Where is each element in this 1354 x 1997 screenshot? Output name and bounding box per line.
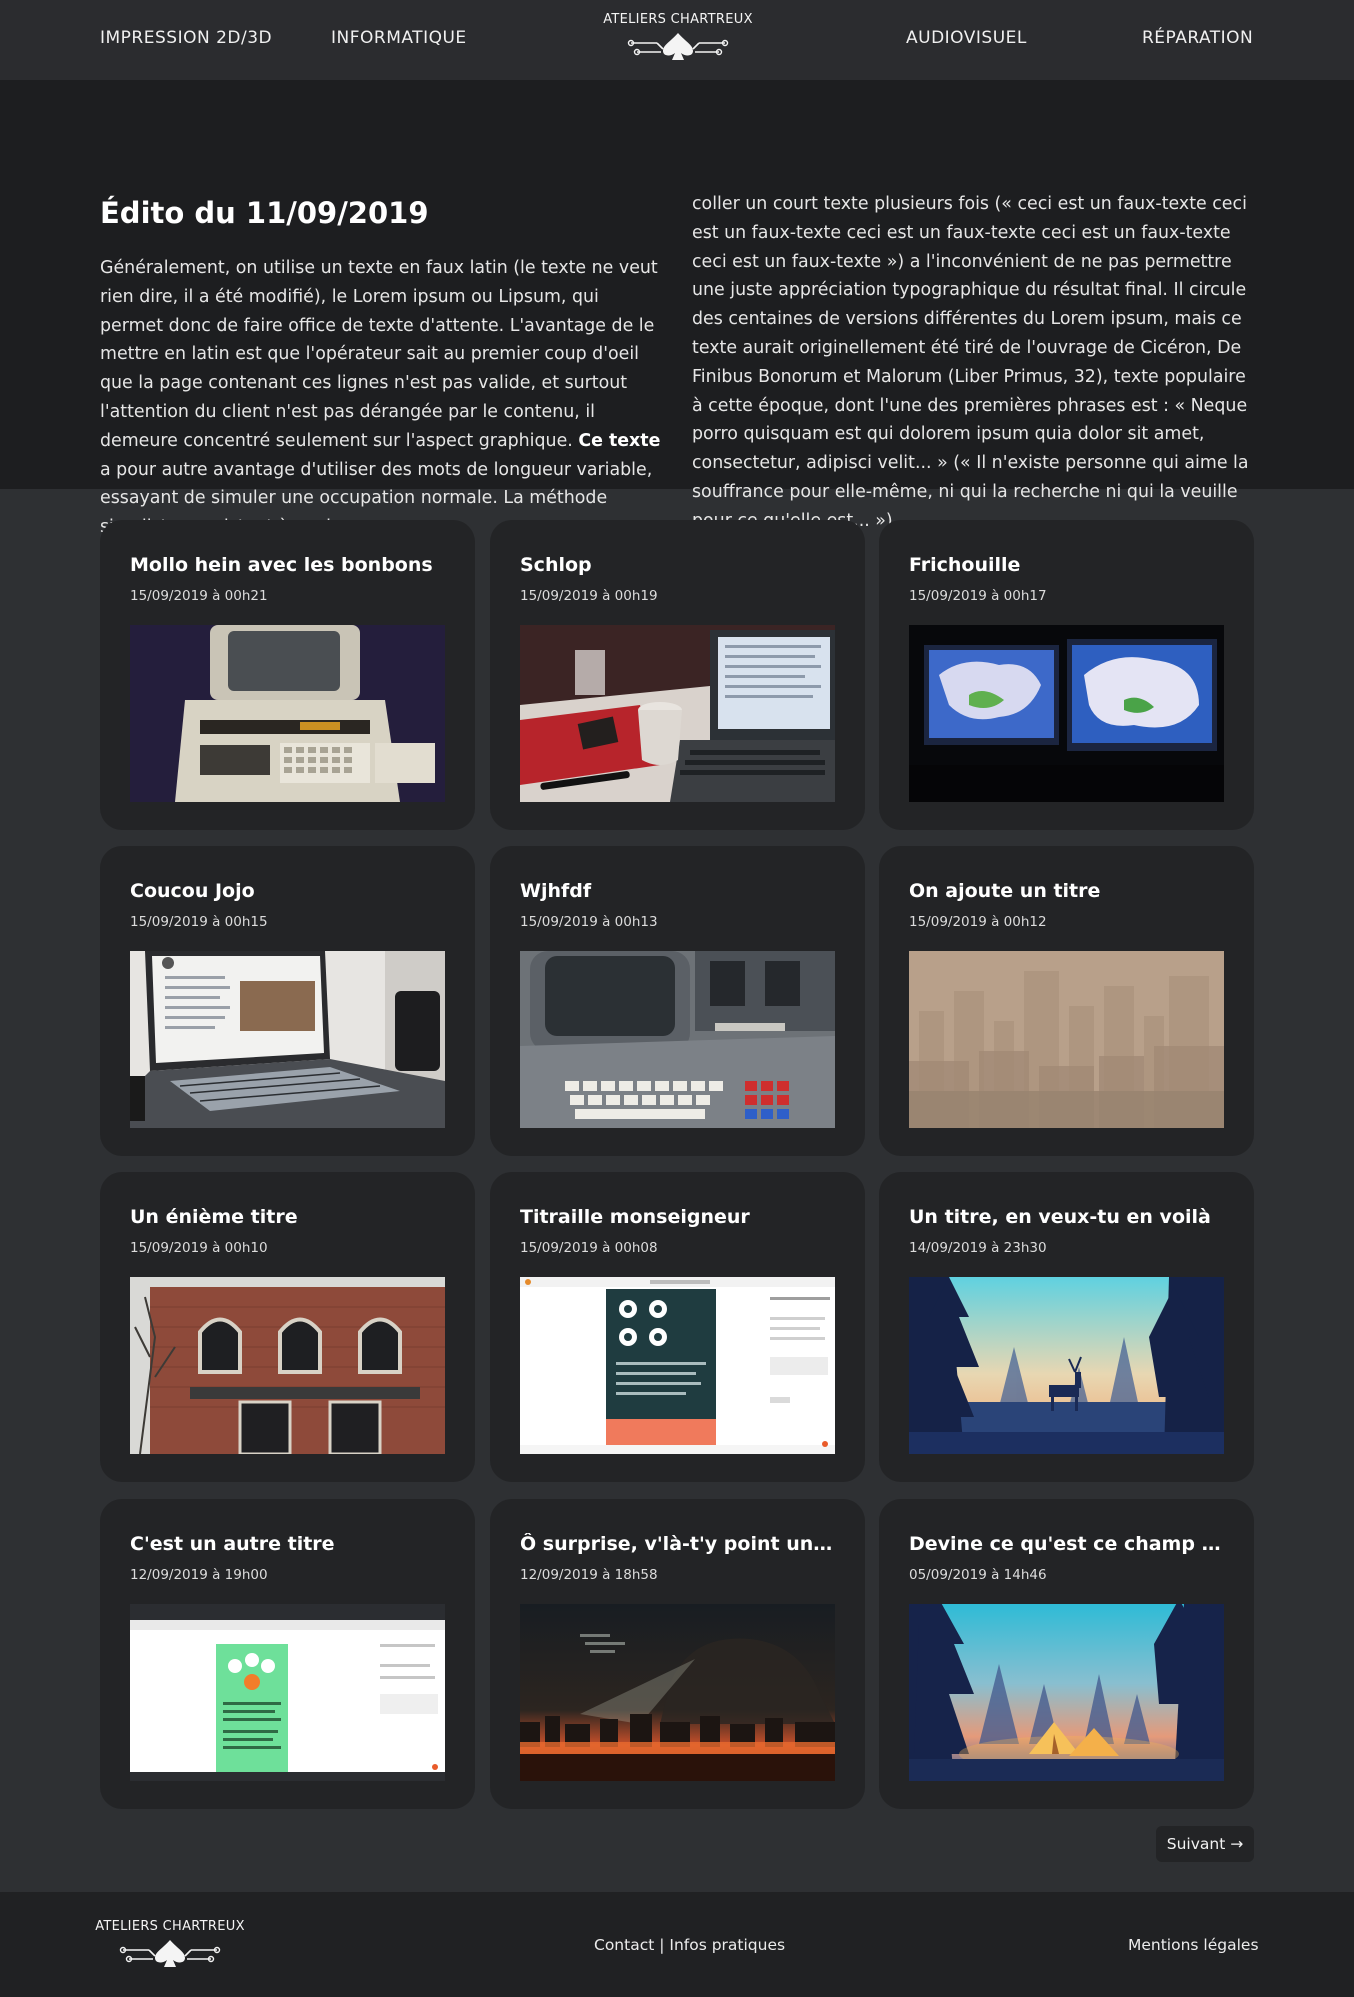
post-date: 15/09/2019 à 00h08 xyxy=(520,1240,658,1256)
post-card[interactable]: C'est un autre titre 12/09/2019 à 19h00 xyxy=(100,1499,475,1809)
post-card[interactable]: Schlop 15/09/2019 à 00h19 xyxy=(490,520,865,830)
post-date: 12/09/2019 à 18h58 xyxy=(520,1567,658,1583)
contact-info-link[interactable]: Contact | Infos pratiques xyxy=(594,1936,785,1954)
post-thumbnail[interactable] xyxy=(130,951,445,1128)
post-title[interactable]: Devine ce qu'est ce champ (spoiler) xyxy=(909,1533,1227,1555)
post-date: 15/09/2019 à 00h17 xyxy=(909,588,1047,604)
post-date: 15/09/2019 à 00h15 xyxy=(130,914,268,930)
post-title[interactable]: Wjhfdf xyxy=(520,880,838,902)
post-thumbnail[interactable] xyxy=(909,1604,1224,1781)
post-card[interactable]: Un énième titre 15/09/2019 à 00h10 xyxy=(100,1172,475,1482)
post-date: 14/09/2019 à 23h30 xyxy=(909,1240,1047,1256)
post-thumbnail[interactable] xyxy=(520,1277,835,1454)
post-card[interactable]: Devine ce qu'est ce champ (spoiler) 05/0… xyxy=(879,1499,1254,1809)
nav-informatique[interactable]: INFORMATIQUE xyxy=(331,28,467,48)
next-page-button[interactable]: Suivant → xyxy=(1156,1826,1254,1862)
site-logo[interactable]: ATELIERS CHARTREUX xyxy=(598,12,758,62)
edito-text-part: Généralement, on utilise un texte en fau… xyxy=(100,258,658,451)
logo-text: ATELIERS CHARTREUX xyxy=(603,12,753,27)
post-thumbnail[interactable] xyxy=(909,1277,1224,1454)
post-date: 12/09/2019 à 19h00 xyxy=(130,1567,268,1583)
edito-section: Édito du 11/09/2019 Généralement, on uti… xyxy=(0,80,1354,537)
spade-circuit-icon xyxy=(119,1940,221,1967)
post-title[interactable]: Frichouille xyxy=(909,554,1227,576)
post-card[interactable]: Wjhfdf 15/09/2019 à 00h13 xyxy=(490,846,865,1156)
nav-impression[interactable]: IMPRESSION 2D/3D xyxy=(100,28,272,48)
post-card[interactable]: Titraille monseigneur 15/09/2019 à 00h08 xyxy=(490,1172,865,1482)
post-date: 15/09/2019 à 00h21 xyxy=(130,588,268,604)
post-card[interactable]: Un titre, en veux-tu en voilà 14/09/2019… xyxy=(879,1172,1254,1482)
post-date: 15/09/2019 à 00h13 xyxy=(520,914,658,930)
post-title[interactable]: Coucou Jojo xyxy=(130,880,448,902)
post-title[interactable]: On ajoute un titre xyxy=(909,880,1227,902)
nav-reparation[interactable]: RÉPARATION xyxy=(1142,28,1253,48)
post-date: 15/09/2019 à 00h19 xyxy=(520,588,658,604)
post-title[interactable]: Titraille monseigneur xyxy=(520,1206,838,1228)
nav-audiovisuel[interactable]: AUDIOVISUEL xyxy=(906,28,1027,48)
post-card[interactable]: Mollo hein avec les bonbons 15/09/2019 à… xyxy=(100,520,475,830)
post-card[interactable]: Ô surprise, v'là-t'y point un joli titre… xyxy=(490,1499,865,1809)
post-thumbnail[interactable] xyxy=(909,625,1224,802)
post-date: 15/09/2019 à 00h10 xyxy=(130,1240,268,1256)
post-thumbnail[interactable] xyxy=(130,625,445,802)
post-thumbnail[interactable] xyxy=(909,951,1224,1128)
legal-notice-link[interactable]: Mentions légales xyxy=(1128,1936,1259,1954)
post-thumbnail[interactable] xyxy=(520,1604,835,1781)
post-card[interactable]: Frichouille 15/09/2019 à 00h17 xyxy=(879,520,1254,830)
edito-bold-text: Ce texte xyxy=(578,430,661,451)
post-date: 15/09/2019 à 00h12 xyxy=(909,914,1047,930)
post-thumbnail[interactable] xyxy=(520,951,835,1128)
post-thumbnail[interactable] xyxy=(130,1277,445,1454)
spade-circuit-icon xyxy=(627,33,729,60)
footer-logo[interactable]: ATELIERS CHARTREUX xyxy=(90,1919,250,1969)
post-date: 05/09/2019 à 14h46 xyxy=(909,1567,1047,1583)
post-card[interactable]: On ajoute un titre 15/09/2019 à 00h12 xyxy=(879,846,1254,1156)
site-footer: ATELIERS CHARTREUX Contact | Infos prati… xyxy=(0,1892,1354,1997)
top-navigation: IMPRESSION 2D/3D INFORMATIQUE ATELIERS C… xyxy=(0,0,1354,80)
post-thumbnail[interactable] xyxy=(130,1604,445,1781)
edito-title: Édito du 11/09/2019 xyxy=(100,196,429,230)
post-title[interactable]: Mollo hein avec les bonbons xyxy=(130,554,448,576)
post-title[interactable]: Un titre, en veux-tu en voilà xyxy=(909,1206,1227,1228)
post-card[interactable]: Coucou Jojo 15/09/2019 à 00h15 xyxy=(100,846,475,1156)
edito-column-right: coller un court texte plusieurs fois (« … xyxy=(692,194,1249,531)
post-title[interactable]: Un énième titre xyxy=(130,1206,448,1228)
post-title[interactable]: Schlop xyxy=(520,554,838,576)
logo-text: ATELIERS CHARTREUX xyxy=(95,1919,245,1934)
post-thumbnail[interactable] xyxy=(520,625,835,802)
post-title[interactable]: Ô surprise, v'là-t'y point un joli titre xyxy=(520,1533,838,1555)
post-title[interactable]: C'est un autre titre xyxy=(130,1533,448,1555)
edito-column-left: Généralement, on utilise un texte en fau… xyxy=(100,254,665,542)
